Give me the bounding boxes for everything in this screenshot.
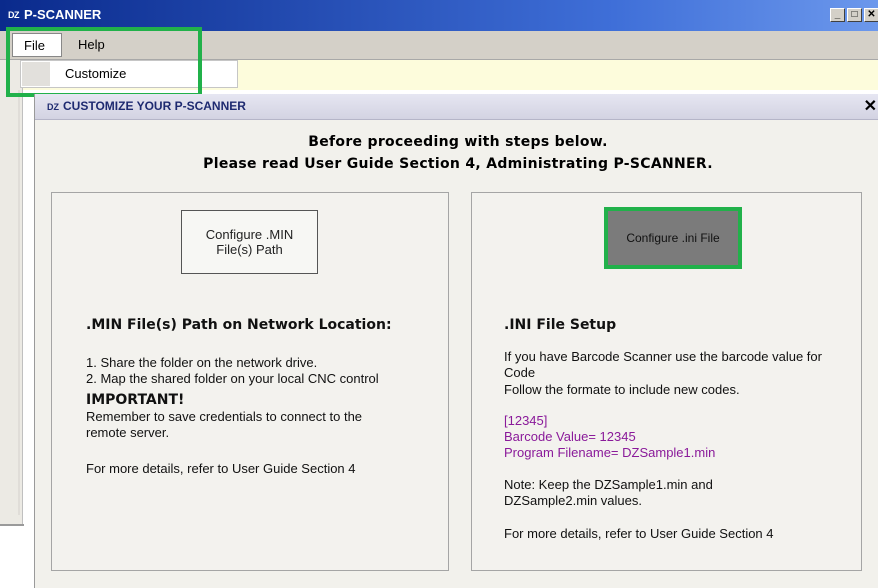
min-path-heading: .MIN File(s) Path on Network Location: — [86, 317, 392, 333]
ini-more-details: For more details, refer to User Guide Se… — [504, 526, 774, 541]
maximize-button[interactable]: □ — [847, 8, 862, 22]
menu-icon-column — [22, 62, 50, 86]
app-title: P-SCANNER — [24, 7, 102, 22]
configure-ini-button[interactable]: Configure .ini File — [604, 207, 742, 269]
configure-min-path-button[interactable]: Configure .MIN File(s) Path — [181, 210, 318, 274]
dialog-logo-icon: DZ — [47, 102, 59, 112]
file-dropdown-menu: Customize — [20, 60, 238, 88]
window-controls: _ □ ✕ — [830, 8, 878, 22]
minimize-button[interactable]: _ — [830, 8, 845, 22]
code-line-3: Program Filename= DZSample1.min — [504, 445, 716, 460]
left-panel-divider — [18, 90, 20, 515]
important-text: Remember to save credentials to connect … — [86, 409, 363, 440]
intro-line-2: Please read User Guide Section 4, Admini… — [203, 156, 713, 172]
menu-file[interactable]: File — [12, 33, 62, 57]
close-button[interactable]: ✕ — [864, 8, 878, 22]
customize-dialog: DZ CUSTOMIZE YOUR P-SCANNER ✕ Before pro… — [34, 94, 878, 588]
min-path-panel: Configure .MIN File(s) Path .MIN File(s)… — [51, 192, 449, 571]
menu-help[interactable]: Help — [78, 37, 105, 52]
intro-line-1: Before proceeding with steps below. — [308, 134, 608, 150]
ini-heading: .INI File Setup — [504, 317, 617, 333]
menu-item-customize[interactable]: Customize — [65, 66, 126, 81]
code-line-1: [12345] — [504, 413, 548, 428]
dialog-close-button[interactable]: ✕ — [864, 96, 877, 116]
ini-paragraph-2: Follow the formate to include new codes. — [504, 382, 740, 397]
dialog-title: CUSTOMIZE YOUR P-SCANNER — [63, 99, 246, 113]
status-divider — [0, 524, 24, 526]
app-logo-icon: DZ — [8, 10, 20, 20]
min-more-details: For more details, refer to User Guide Se… — [86, 461, 356, 476]
ini-setup-panel: Configure .ini File .INI File Setup If y… — [471, 192, 862, 571]
min-step-1: 1. Share the folder on the network drive… — [86, 355, 318, 370]
menu-bar: File Help — [0, 31, 878, 60]
dialog-title-bar[interactable]: DZ CUSTOMIZE YOUR P-SCANNER ✕ — [35, 94, 878, 120]
ini-paragraph-1: If you have Barcode Scanner use the barc… — [504, 349, 822, 380]
main-title-bar[interactable]: DZ P-SCANNER _ □ ✕ — [0, 0, 878, 31]
min-step-2: 2. Map the shared folder on your local C… — [86, 371, 379, 386]
important-heading: IMPORTANT! — [86, 392, 185, 408]
ini-note: Note: Keep the DZSample1.min and DZSampl… — [504, 477, 713, 508]
code-line-2: Barcode Value= 12345 — [504, 429, 636, 444]
